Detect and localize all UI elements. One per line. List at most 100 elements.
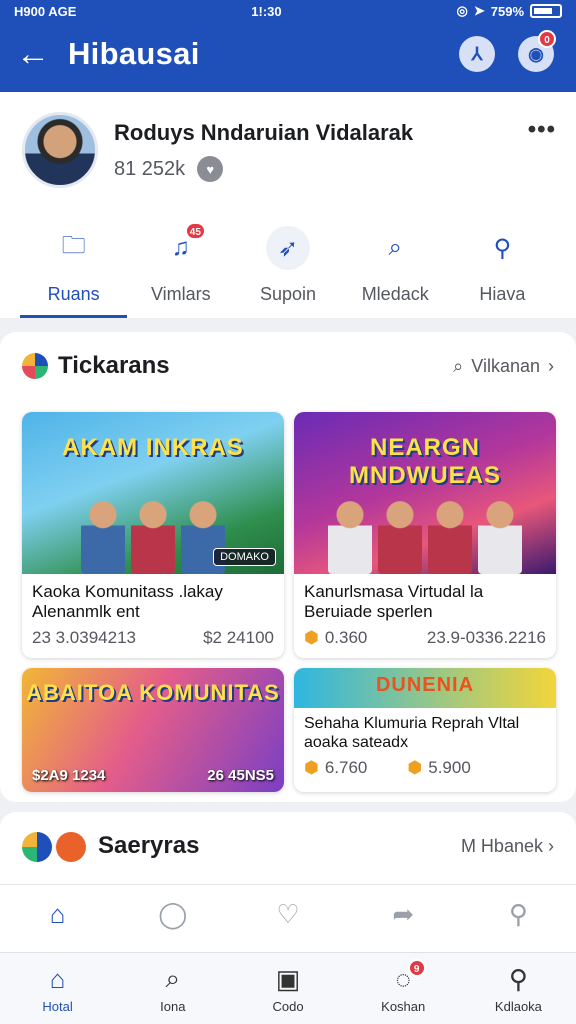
tab-mledack[interactable]: ⌕ Mledack [342,210,449,318]
tab-vimlars[interactable]: ♫ 45 Vimlars [127,210,234,318]
more-options-icon[interactable]: ••• [528,116,556,144]
carrier-label: H900 AGE [14,3,77,19]
nav-badge: 9 [407,959,426,977]
profile-name: Roduys Nndaruian Vidalarak [114,120,414,145]
thumbnail-tag: DOMAKO [213,548,276,566]
person-figure [131,498,175,574]
user-icon: ⚲ [508,963,528,994]
profile-tabs: 🗀 Ruans ♫ 45 Vimlars ➶ Supoin ⌕ Mledack … [20,210,556,318]
coin-icon: ⬢ [304,758,319,777]
share-arrow-icon[interactable]: ➦ [346,885,461,952]
tab-label: Supoin [259,284,317,304]
thumbnail-text: AKAM INKRAS [62,434,244,461]
card-title: Sehaha Klumuria Reprah Vltal aoaka satea… [304,715,520,751]
card-thumbnail: DUNENIA [294,668,556,708]
featured-section: Tickarans ⌕ Vilkanan › AKAM INKRAS DOMAK… [0,332,576,802]
section-title: Tickarans [58,352,170,379]
profile-panel: Roduys Nndaruian Vidalarak 81 252k ♥ •••… [0,92,576,318]
card-price-overlay: $2A9 1234 26 45NS5 [32,767,274,784]
top-app-bar: H900 AGE 1!:30 ◎ ➤ 759% ← Hibausai ⅄ ◉ 0 [0,0,576,92]
tab-supoin[interactable]: ➶ Supoin [234,210,341,318]
card-coins: ⬢ 5.900 [407,758,471,777]
profile-card-icon: ▣ [275,963,301,994]
card-price: 26 45NS5 [207,767,274,784]
card-coins: ⬢ 6.760 [304,758,368,777]
nav-label: Kdlaoka [494,999,542,1014]
section-logos [22,832,86,862]
home-icon: ⌂ [49,963,66,994]
share-button[interactable]: ⅄ [459,36,495,72]
user-icon[interactable]: ⚲ [461,885,576,952]
user-icon: ⚲ [493,234,512,262]
nav-label: Codo [272,999,304,1014]
section-logo-icon [56,832,86,862]
tab-hiava[interactable]: ⚲ Hiava [449,210,556,318]
status-icons: ◎ ➤ 759% [456,3,562,19]
card-count: 23 3.0394213 [32,628,136,647]
folder-icon: 🗀 [61,231,86,259]
coin-icon: ⬢ [304,628,319,647]
thumbnail-text: ABAITOA KOMUNITAS [26,680,280,705]
section-logo-icon [22,353,48,379]
battery-icon [530,4,562,18]
chat-bubble-icon[interactable]: ◯ [115,885,230,952]
status-bar: H900 AGE 1!:30 ◎ ➤ 759% [0,0,576,22]
section-title: Saeryras [98,832,200,859]
card-thumbnail: NEARGN MNDWUEAS [294,412,556,574]
location-icon: ◎ [456,3,468,18]
secondary-nav: ⌂ ◯ ♡ ➦ ⚲ [0,884,576,952]
page-title: Hibausai [68,36,200,71]
send-icon: ➶ [266,226,310,270]
nav-label: Hotal [42,999,73,1014]
card-price: $2A9 1234 [32,767,106,784]
community-card[interactable]: NEARGN MNDWUEAS Kanurlsmasa Virtudal la … [294,412,556,658]
nav-chat[interactable]: ◌ 9 Koshan [346,953,461,1024]
notification-button[interactable]: ◉ 0 [518,30,556,72]
person-figure [478,498,522,574]
see-all-label: M Hbanek [460,836,543,856]
nav-home[interactable]: ⌂ Hotal [0,953,115,1024]
coin-icon: ⬢ [407,758,423,777]
community-card[interactable]: ABAITOA KOMUNITAS $2A9 1234 26 45NS5 [22,668,284,792]
section-header: Tickarans [22,352,170,380]
section-logo-icon [22,832,52,862]
card-title: Kanurlsmasa Virtudal la Beruiade sperlen [304,582,484,621]
person-figure [378,498,422,574]
services-section: Saeryras M Hbanek › [0,812,576,884]
card-coins: ⬢ 0.360 [304,628,368,647]
card-price: $2 24100 [203,628,274,647]
card-meta: 23 3.0394213 $2 24100 [22,622,284,648]
nav-search[interactable]: ⌕ Iona [115,953,230,1024]
tab-label: Ruans [47,284,100,304]
heart-chat-icon[interactable]: ♡ [230,885,345,952]
back-arrow-icon[interactable]: ← [16,35,62,74]
card-count: 23.9-0336.2216 [426,628,546,647]
tab-ruans[interactable]: 🗀 Ruans [20,210,128,318]
clock: 1!:30 [251,3,282,19]
chevron-right-icon: › [548,356,554,376]
nav-profile-card[interactable]: ▣ Codo [230,953,345,1024]
community-card[interactable]: DUNENIA Sehaha Klumuria Reprah Vltal aoa… [294,668,556,792]
community-card[interactable]: AKAM INKRAS DOMAKO Kaoka Komunitass .lak… [22,412,284,658]
people-illustration [294,494,556,574]
verified-icon: ♥ [197,156,224,182]
see-all-link[interactable]: ⌕ Vilkanan › [453,356,554,377]
avatar[interactable] [22,112,98,188]
see-all-link[interactable]: M Hbanek › [461,836,554,857]
nav-label: Koshan [381,999,426,1014]
chevron-right-icon: › [548,836,554,856]
person-figure [328,498,372,574]
profile-stats: 81 252k ♥ [114,156,224,182]
search-icon: ⌕ [453,356,464,376]
search-doc-icon: ⌕ [388,234,402,261]
person-figure [428,498,472,574]
home-icon[interactable]: ⌂ [0,885,115,952]
tab-label: Hiava [479,284,526,304]
card-title: Kaoka Komunitass .lakay Alenanmlk ent [32,582,223,621]
tab-label: Vimlars [150,284,211,304]
nav-account[interactable]: ⚲ Kdlaoka [461,953,576,1024]
card-meta: ⬢ 0.360 23.9-0336.2216 [294,622,556,648]
share-icon: ⅄ [471,43,483,64]
tab-label: Mledack [361,284,429,304]
card-meta: ⬢ 6.760 ⬢ 5.900 [294,752,556,778]
